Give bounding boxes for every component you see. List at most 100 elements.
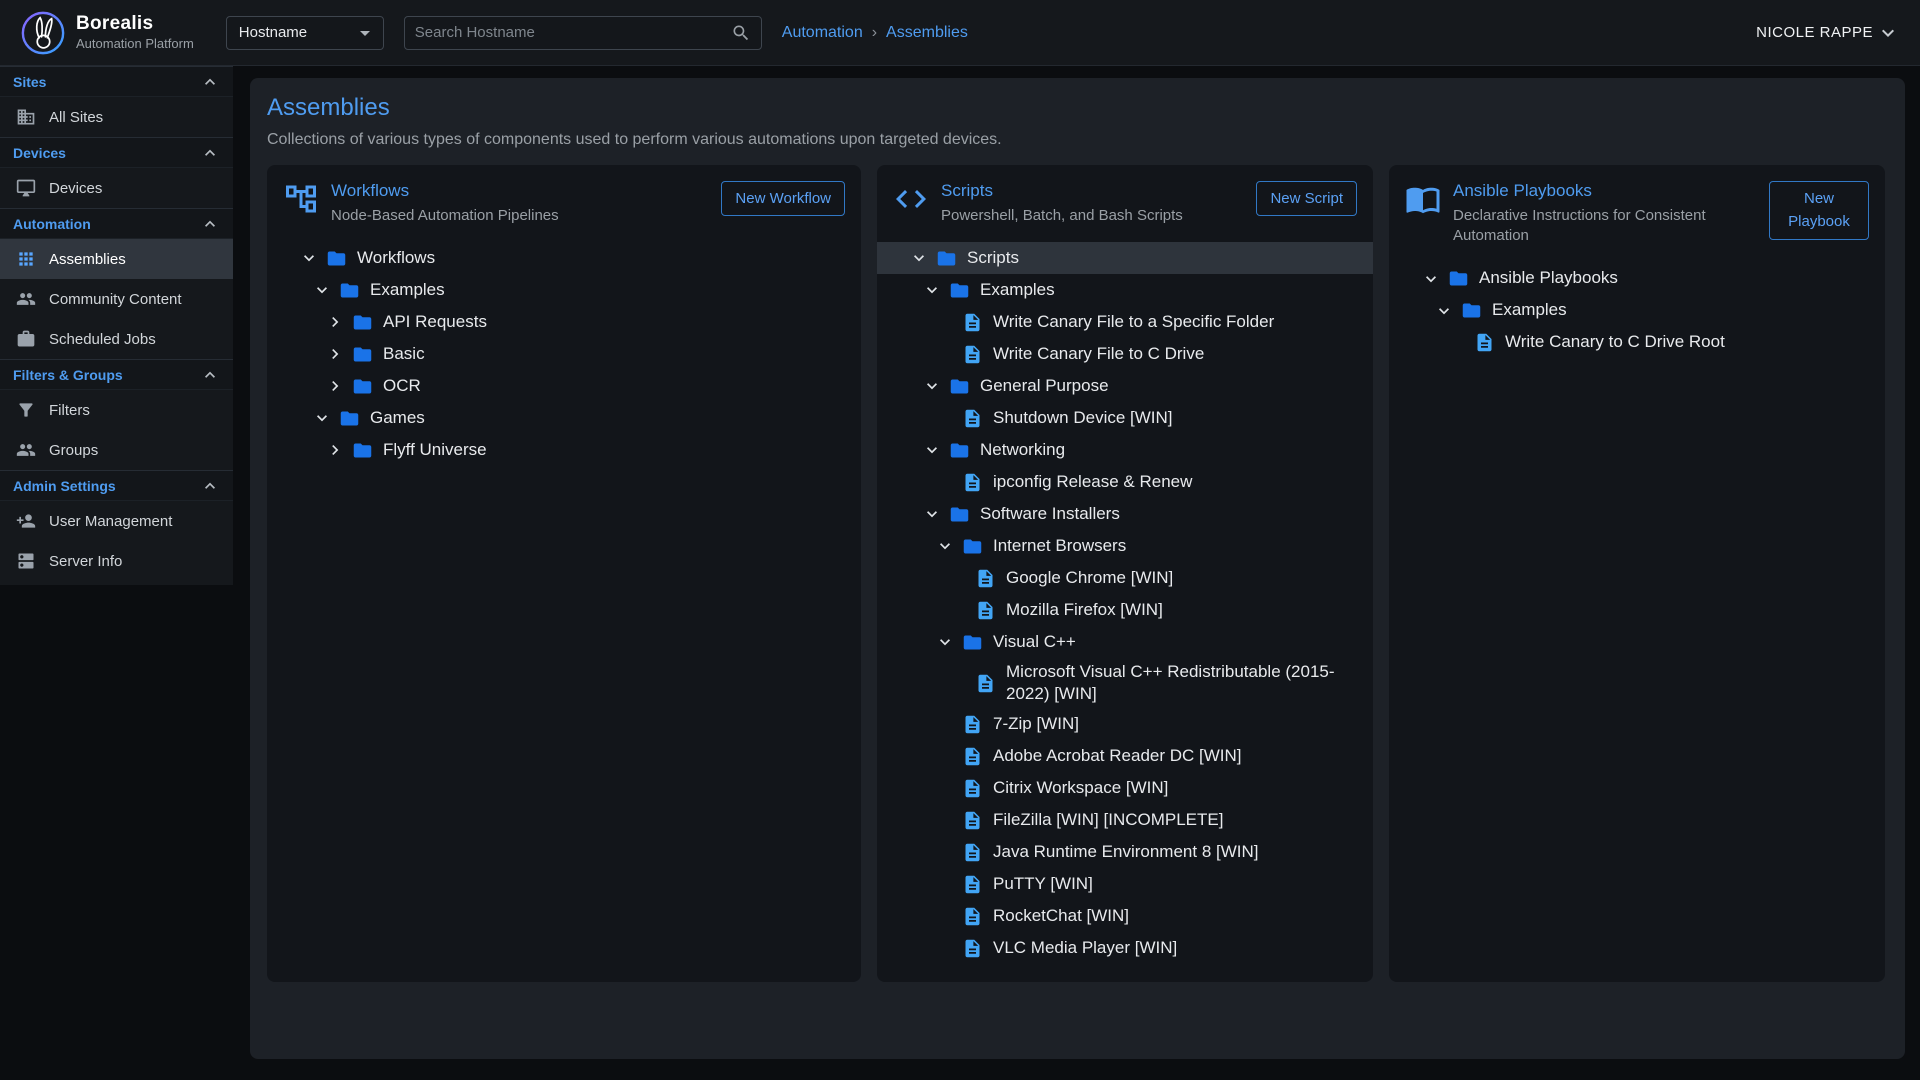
tree-item-7-zip-win[interactable]: 7-Zip [WIN] (877, 708, 1373, 740)
tree-item-games[interactable]: Games (267, 402, 861, 434)
sidebar-item-scheduled-jobs[interactable]: Scheduled Jobs (0, 319, 233, 359)
file-icon (962, 746, 983, 767)
tree-item-api-requests[interactable]: API Requests (267, 306, 861, 338)
tree-item-java-runtime-environment-8-win[interactable]: Java Runtime Environment 8 [WIN] (877, 836, 1373, 868)
chevron-right-icon[interactable] (325, 312, 345, 332)
new-workflow-button[interactable]: New Workflow (721, 181, 845, 216)
sidebar-item-server-info[interactable]: Server Info (0, 541, 233, 581)
sidebar-item-groups[interactable]: Groups (0, 430, 233, 470)
topbar: Borealis Automation Platform Hostname Au… (0, 0, 1920, 66)
sidebar-section-devices[interactable]: Devices (0, 137, 233, 168)
playbooks-card: Ansible Playbooks Declarative Instructio… (1389, 165, 1885, 982)
tree-item-networking[interactable]: Networking (877, 434, 1373, 466)
sidebar-section-admin-settings[interactable]: Admin Settings (0, 470, 233, 501)
chevron-up-icon[interactable] (200, 476, 220, 496)
chevron-up-icon[interactable] (200, 143, 220, 163)
tree-item-google-chrome-win[interactable]: Google Chrome [WIN] (877, 562, 1373, 594)
chevron-down-icon[interactable] (1421, 269, 1441, 289)
tree-item-label: OCR (383, 373, 421, 399)
user-management-icon (16, 511, 36, 531)
chevron-down-icon[interactable] (1434, 301, 1454, 321)
new-script-button[interactable]: New Script (1256, 181, 1357, 216)
chevron-down-icon[interactable] (922, 504, 942, 524)
tree-item-ipconfig-release-renew[interactable]: ipconfig Release & Renew (877, 466, 1373, 498)
sidebar-section-label: Filters & Groups (13, 367, 123, 383)
tree-item-ansible-playbooks[interactable]: Ansible Playbooks (1389, 263, 1885, 295)
tree-item-examples[interactable]: Examples (267, 274, 861, 306)
scripts-card-header: Scripts Powershell, Batch, and Bash Scri… (877, 181, 1373, 226)
tree-item-citrix-workspace-win[interactable]: Citrix Workspace [WIN] (877, 772, 1373, 804)
tree-item-label: Citrix Workspace [WIN] (993, 775, 1168, 801)
chevron-down-icon[interactable] (312, 280, 332, 300)
chevron-down-icon[interactable] (312, 408, 332, 428)
tree-item-adobe-acrobat-reader-dc-win[interactable]: Adobe Acrobat Reader DC [WIN] (877, 740, 1373, 772)
sidebar-item-devices[interactable]: Devices (0, 168, 233, 208)
tree-item-visual-c[interactable]: Visual C++ (877, 626, 1373, 658)
tree-item-examples[interactable]: Examples (1389, 295, 1885, 327)
tree-item-ocr[interactable]: OCR (267, 370, 861, 402)
sidebar-section-sites[interactable]: Sites (0, 66, 233, 97)
tree-item-write-canary-file-to-c-drive[interactable]: Write Canary File to C Drive (877, 338, 1373, 370)
search-hostname-input[interactable] (415, 24, 731, 41)
sidebar-item-filters[interactable]: Filters (0, 390, 233, 430)
chevron-spacer (935, 938, 955, 958)
chevron-right-icon[interactable] (325, 440, 345, 460)
tree-item-filezilla-win-incomplete[interactable]: FileZilla [WIN] [INCOMPLETE] (877, 804, 1373, 836)
breadcrumb-automation[interactable]: Automation (782, 24, 863, 42)
folder-icon (949, 376, 970, 397)
tree-item-flyff-universe[interactable]: Flyff Universe (267, 434, 861, 466)
tree-item-rocketchat-win[interactable]: RocketChat [WIN] (877, 900, 1373, 932)
tree-item-write-canary-to-c-drive-root[interactable]: Write Canary to C Drive Root (1389, 327, 1885, 359)
chevron-right-icon[interactable] (325, 344, 345, 364)
tree-item-software-installers[interactable]: Software Installers (877, 498, 1373, 530)
chevron-spacer (948, 600, 968, 620)
tree-item-shutdown-device-win[interactable]: Shutdown Device [WIN] (877, 402, 1373, 434)
tree-item-internet-browsers[interactable]: Internet Browsers (877, 530, 1373, 562)
tree-item-general-purpose[interactable]: General Purpose (877, 370, 1373, 402)
tree-item-write-canary-file-to-a-specific-folder[interactable]: Write Canary File to a Specific Folder (877, 306, 1373, 338)
tree-item-microsoft-visual-c-redistributable-2015-2022-win[interactable]: Microsoft Visual C++ Redistributable (20… (877, 658, 1373, 708)
tree-item-workflows[interactable]: Workflows (267, 242, 861, 274)
chevron-down-icon[interactable] (922, 376, 942, 396)
tree-item-mozilla-firefox-win[interactable]: Mozilla Firefox [WIN] (877, 594, 1373, 626)
hostname-select[interactable]: Hostname (226, 16, 384, 50)
chevron-up-icon[interactable] (200, 214, 220, 234)
new-playbook-button[interactable]: New Playbook (1769, 181, 1869, 240)
chevron-right-icon[interactable] (325, 376, 345, 396)
server-info-icon (16, 551, 36, 571)
tree-item-label: General Purpose (980, 373, 1109, 399)
sidebar-section-automation[interactable]: Automation (0, 208, 233, 239)
tree-item-label: Games (370, 405, 425, 431)
tree-item-putty-win[interactable]: PuTTY [WIN] (877, 868, 1373, 900)
tree-item-vlc-media-player-win[interactable]: VLC Media Player [WIN] (877, 932, 1373, 964)
tree-item-examples[interactable]: Examples (877, 274, 1373, 306)
chevron-down-icon[interactable] (922, 280, 942, 300)
chevron-down-icon[interactable] (935, 632, 955, 652)
sidebar-item-user-management[interactable]: User Management (0, 501, 233, 541)
sidebar-item-all-sites[interactable]: All Sites (0, 97, 233, 137)
sidebar-item-label: Community Content (49, 291, 182, 308)
tree-item-label: Write Canary File to a Specific Folder (993, 309, 1274, 335)
chevron-up-icon[interactable] (200, 72, 220, 92)
card-title: Ansible Playbooks (1453, 181, 1757, 201)
chevron-up-icon[interactable] (200, 365, 220, 385)
chevron-down-icon[interactable] (922, 440, 942, 460)
folder-icon (339, 280, 360, 301)
chevron-spacer (935, 906, 955, 926)
sidebar-section-filters-groups[interactable]: Filters & Groups (0, 359, 233, 390)
search-icon[interactable] (731, 23, 751, 43)
sidebar-item-community-content[interactable]: Community Content (0, 279, 233, 319)
sidebar-item-assemblies[interactable]: Assemblies (0, 239, 233, 279)
sidebar-item-label: Assemblies (49, 251, 126, 268)
chevron-spacer (935, 778, 955, 798)
tree-item-basic[interactable]: Basic (267, 338, 861, 370)
tree-item-scripts[interactable]: Scripts (877, 242, 1373, 274)
file-icon (975, 600, 996, 621)
chevron-down-icon[interactable] (935, 536, 955, 556)
breadcrumb-assemblies[interactable]: Assemblies (886, 24, 968, 42)
sidebar-section-label: Automation (13, 216, 91, 232)
chevron-down-icon[interactable] (299, 248, 319, 268)
chevron-down-icon[interactable] (909, 248, 929, 268)
user-menu[interactable]: NICOLE RAPPE (1756, 21, 1900, 45)
folder-icon (352, 376, 373, 397)
